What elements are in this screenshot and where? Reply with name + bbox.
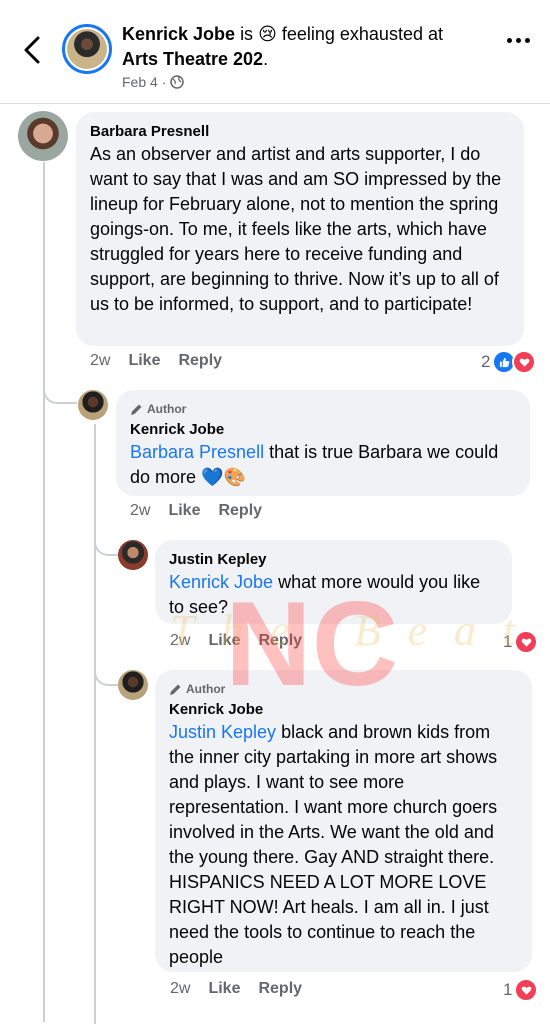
comment-actions: 2w Like Reply [90, 352, 222, 370]
like-button[interactable]: Like [168, 502, 200, 520]
mention-link[interactable]: Justin Kepley [169, 722, 276, 742]
more-options-icon[interactable] [507, 38, 530, 43]
comment-actions: 2w Like Reply [170, 632, 302, 650]
comment-bubble: Author Kenrick Jobe Justin Kepley black … [155, 670, 532, 972]
mention-link[interactable]: Barbara Presnell [130, 442, 264, 462]
commenter-name[interactable]: Barbara Presnell [90, 122, 510, 142]
reply-button[interactable]: Reply [218, 502, 262, 520]
feeling-emoji: 😢 [258, 24, 277, 44]
header-divider [0, 103, 550, 104]
love-reaction-icon [514, 630, 539, 654]
post-author-avatar[interactable] [62, 24, 112, 74]
back-arrow-icon[interactable] [18, 34, 46, 66]
post-meta: Feb 4 · [122, 74, 185, 90]
comment-time[interactable]: 2w [170, 632, 190, 650]
thread-connector [43, 376, 77, 404]
post-header: Kenrick Jobe is 😢 feeling exhausted at A… [0, 0, 550, 100]
thread-connector [94, 528, 118, 556]
comment-time[interactable]: 2w [90, 352, 110, 370]
comment-text: Justin Kepley black and brown kids from … [169, 722, 498, 967]
like-button[interactable]: Like [208, 980, 240, 998]
reaction-summary[interactable]: 1 [503, 630, 539, 654]
commenter-name[interactable]: Justin Kepley [169, 550, 498, 570]
author-badge: Author [169, 680, 518, 698]
reaction-count: 2 [481, 352, 491, 371]
reaction-count: 1 [503, 632, 513, 651]
comment-text: As an observer and artist and arts suppo… [90, 144, 502, 314]
reaction-count: 1 [503, 980, 513, 999]
pencil-icon [131, 404, 142, 415]
globe-icon [170, 75, 185, 89]
post-author-name[interactable]: Kenrick Jobe [122, 24, 235, 44]
avatar[interactable] [118, 540, 148, 570]
mention-link[interactable]: Kenrick Jobe [169, 572, 273, 592]
love-reaction-icon [512, 350, 537, 374]
reply-button[interactable]: Reply [258, 980, 302, 998]
thread-connector [94, 658, 118, 686]
post-date[interactable]: Feb 4 [122, 74, 158, 90]
love-reaction-icon [514, 978, 539, 1002]
reaction-summary[interactable]: 2 [481, 350, 537, 374]
reaction-summary[interactable]: 1 [503, 978, 539, 1002]
comment-time[interactable]: 2w [170, 980, 190, 998]
avatar[interactable] [18, 111, 68, 161]
commenter-name[interactable]: Kenrick Jobe [130, 420, 516, 440]
commenter-name[interactable]: Kenrick Jobe [169, 700, 518, 720]
like-button[interactable]: Like [128, 352, 160, 370]
post-place-link[interactable]: Arts Theatre 202 [122, 49, 263, 69]
comment-text: Kenrick Jobe what more would you like to… [169, 572, 481, 617]
like-button[interactable]: Like [208, 632, 240, 650]
avatar[interactable] [118, 670, 148, 700]
author-badge: Author [130, 400, 516, 418]
comment-bubble: Barbara Presnell As an observer and arti… [76, 112, 524, 346]
post-title: Kenrick Jobe is 😢 feeling exhausted at A… [122, 24, 443, 69]
reply-button[interactable]: Reply [178, 352, 222, 370]
comment-bubble: Justin Kepley Kenrick Jobe what more wou… [155, 540, 512, 624]
thread-line [43, 162, 45, 1022]
comment-text: Barbara Presnell that is true Barbara we… [130, 442, 499, 487]
pencil-icon [170, 684, 181, 695]
comment-actions: 2w Like Reply [170, 980, 302, 998]
comment-bubble: Author Kenrick Jobe Barbara Presnell tha… [116, 390, 530, 496]
comment-actions: 2w Like Reply [130, 502, 262, 520]
avatar[interactable] [78, 390, 108, 420]
reply-button[interactable]: Reply [258, 632, 302, 650]
thread-line [94, 424, 96, 1024]
comment-time[interactable]: 2w [130, 502, 150, 520]
